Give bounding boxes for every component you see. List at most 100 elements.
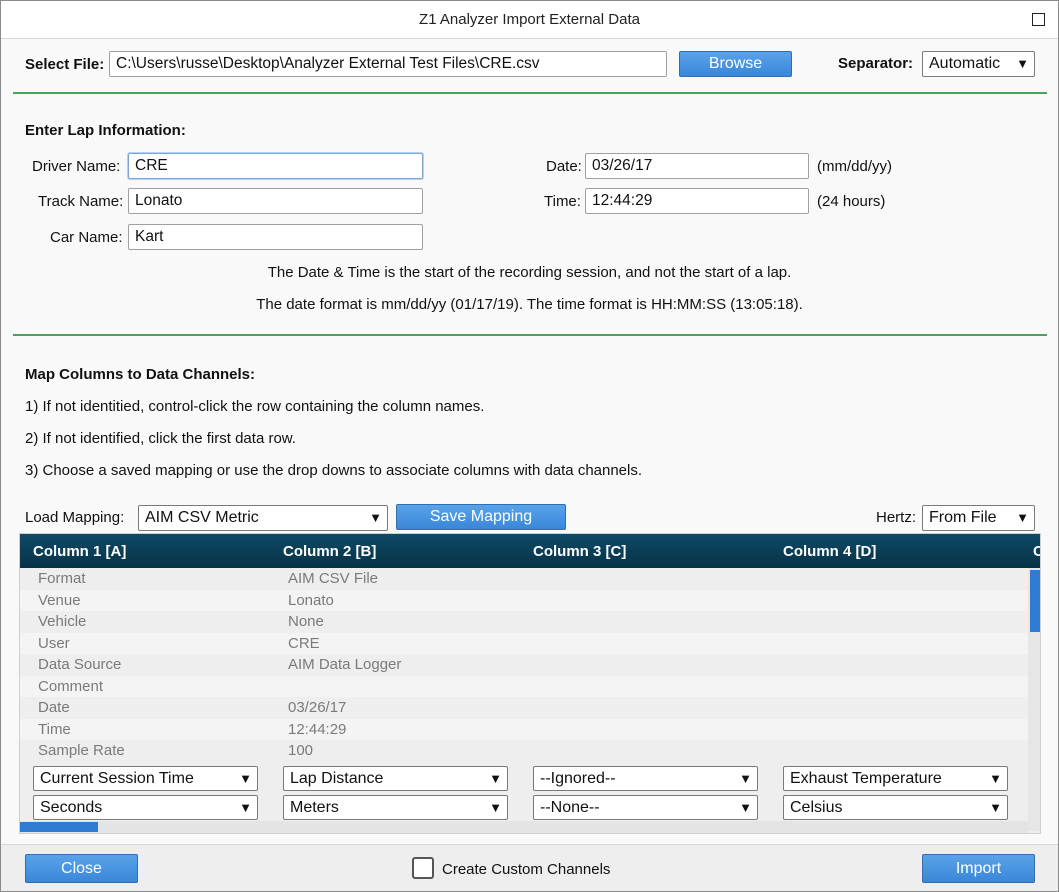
mapping-heading: Map Columns to Data Channels: [25,366,256,383]
table-row[interactable]: Comment [20,675,1028,697]
table-cell: User [38,634,70,652]
chevron-down-icon: ▼ [1016,510,1029,525]
hertz-select[interactable]: From File ▼ [922,505,1035,531]
track-name-input[interactable]: Lonato [128,188,423,214]
table-cell: None [288,613,324,630]
date-label: Date: [546,158,582,175]
channel-value: Lap Distance [290,770,384,787]
separator-value: Automatic [929,55,1001,72]
vertical-scrollbar[interactable] [1028,568,1040,831]
vertical-scroll-thumb[interactable] [1030,570,1040,632]
table-cell: 100 [288,742,314,759]
table-cell: 03/26/17 [288,699,347,716]
section-divider [13,92,1047,94]
channel-value: Current Session Time [40,770,194,787]
unit-select-4[interactable]: Celsius ▼ [783,795,1008,820]
close-button[interactable]: Close [25,854,138,883]
table-cell: Vehicle [38,613,87,630]
table-cell: Time [38,720,71,738]
column-header-1[interactable]: Column 1 [A] [33,543,126,560]
date-input[interactable]: 03/26/17 [585,153,809,179]
unit-value: Meters [290,799,339,816]
horizontal-scroll-thumb[interactable] [20,822,98,832]
chevron-down-icon: ▼ [239,771,252,786]
date-format-hint: (mm/dd/yy) [817,158,892,175]
table-row[interactable]: Vehicle None [20,611,1028,633]
table-cell: Venue [38,591,81,609]
table-cell: Sample Rate [38,742,125,759]
maximize-icon[interactable] [1032,13,1045,26]
lap-info-heading: Enter Lap Information: [25,122,186,139]
chevron-down-icon: ▼ [369,510,382,525]
browse-button[interactable]: Browse [679,51,792,77]
chevron-down-icon: ▼ [489,800,502,815]
select-file-label: Select File: [25,56,105,73]
chevron-down-icon: ▼ [989,800,1002,815]
save-mapping-button[interactable]: Save Mapping [396,504,566,530]
table-cell: 12:44:29 [288,720,347,738]
date-time-note: The Date & Time is the start of the reco… [267,264,792,281]
table-row[interactable]: Sample Rate 100 [20,740,1028,762]
custom-channels-label: Create Custom Channels [442,861,611,878]
channel-select-3[interactable]: --Ignored-- ▼ [533,766,758,791]
unit-value: --None-- [540,799,600,816]
table-cell: Date [38,699,70,716]
chevron-down-icon: ▼ [739,771,752,786]
time-input[interactable]: 12:44:29 [585,188,809,214]
mapping-step-1: 1) If not identitied, control-click the … [25,398,485,415]
table-row[interactable]: Venue Lonato [20,589,1028,611]
channel-value: --Ignored-- [540,770,616,787]
import-dialog: Z1 Analyzer Import External Data Select … [0,0,1059,892]
car-name-input[interactable]: Kart [128,224,423,250]
file-path-input[interactable]: C:\Users\russe\Desktop\Analyzer External… [109,51,667,77]
column-header-5[interactable]: C [1033,543,1040,560]
channel-select-1[interactable]: Current Session Time ▼ [33,766,258,791]
chevron-down-icon: ▼ [989,771,1002,786]
chevron-down-icon: ▼ [489,771,502,786]
driver-name-input[interactable]: CRE [128,153,423,179]
unit-select-1[interactable]: Seconds ▼ [33,795,258,820]
separator-label: Separator: [838,55,914,72]
table-cell: CRE [288,634,320,652]
table-cell: AIM Data Logger [288,656,402,673]
import-button[interactable]: Import [922,854,1035,883]
table-row[interactable]: Date 03/26/17 [20,697,1028,719]
table-cell: AIM CSV File [288,570,379,587]
load-mapping-select[interactable]: AIM CSV Metric ▼ [138,505,388,531]
table-row[interactable]: User CRE [20,632,1028,654]
load-mapping-value: AIM CSV Metric [145,509,259,526]
mapping-step-3: 3) Choose a saved mapping or use the dro… [25,462,643,479]
table-cell: Data Source [38,656,122,673]
section-divider [13,334,1047,336]
custom-channels-checkbox[interactable] [412,857,434,879]
unit-select-2[interactable]: Meters ▼ [283,795,508,820]
column-header-3[interactable]: Column 3 [C] [533,543,626,560]
chevron-down-icon: ▼ [739,800,752,815]
column-header-2[interactable]: Column 2 [B] [283,543,376,560]
title-bar: Z1 Analyzer Import External Data [1,1,1058,39]
separator-select[interactable]: Automatic ▼ [922,51,1035,77]
table-row[interactable]: Time 12:44:29 [20,718,1028,740]
horizontal-scrollbar[interactable] [20,821,1028,833]
format-note: The date format is mm/dd/yy (01/17/19). … [256,296,803,313]
footer-bar: Close Create Custom Channels Import [1,844,1058,891]
unit-value: Celsius [790,799,843,816]
table-row[interactable]: Format AIM CSV File [20,568,1028,590]
grid-header: Column 1 [A] Column 2 [B] Column 3 [C] C… [20,534,1040,568]
mapping-step-2: 2) If not identified, click the first da… [25,430,296,447]
load-mapping-label: Load Mapping: [25,509,125,526]
column-header-4[interactable]: Column 4 [D] [783,543,876,560]
time-label: Time: [544,193,581,210]
channel-select-2[interactable]: Lap Distance ▼ [283,766,508,791]
unit-select-3[interactable]: --None-- ▼ [533,795,758,820]
table-cell: Lonato [288,591,334,609]
table-cell: Format [38,570,86,587]
hertz-value: From File [929,509,997,526]
table-row[interactable]: Data Source AIM Data Logger [20,654,1028,676]
car-name-label: Car Name: [50,229,123,246]
unit-value: Seconds [40,799,103,816]
track-name-label: Track Name: [38,193,124,210]
channel-select-4[interactable]: Exhaust Temperature ▼ [783,766,1008,791]
column-mapping-grid: Column 1 [A] Column 2 [B] Column 3 [C] C… [19,533,1041,834]
window-title: Z1 Analyzer Import External Data [419,11,640,28]
